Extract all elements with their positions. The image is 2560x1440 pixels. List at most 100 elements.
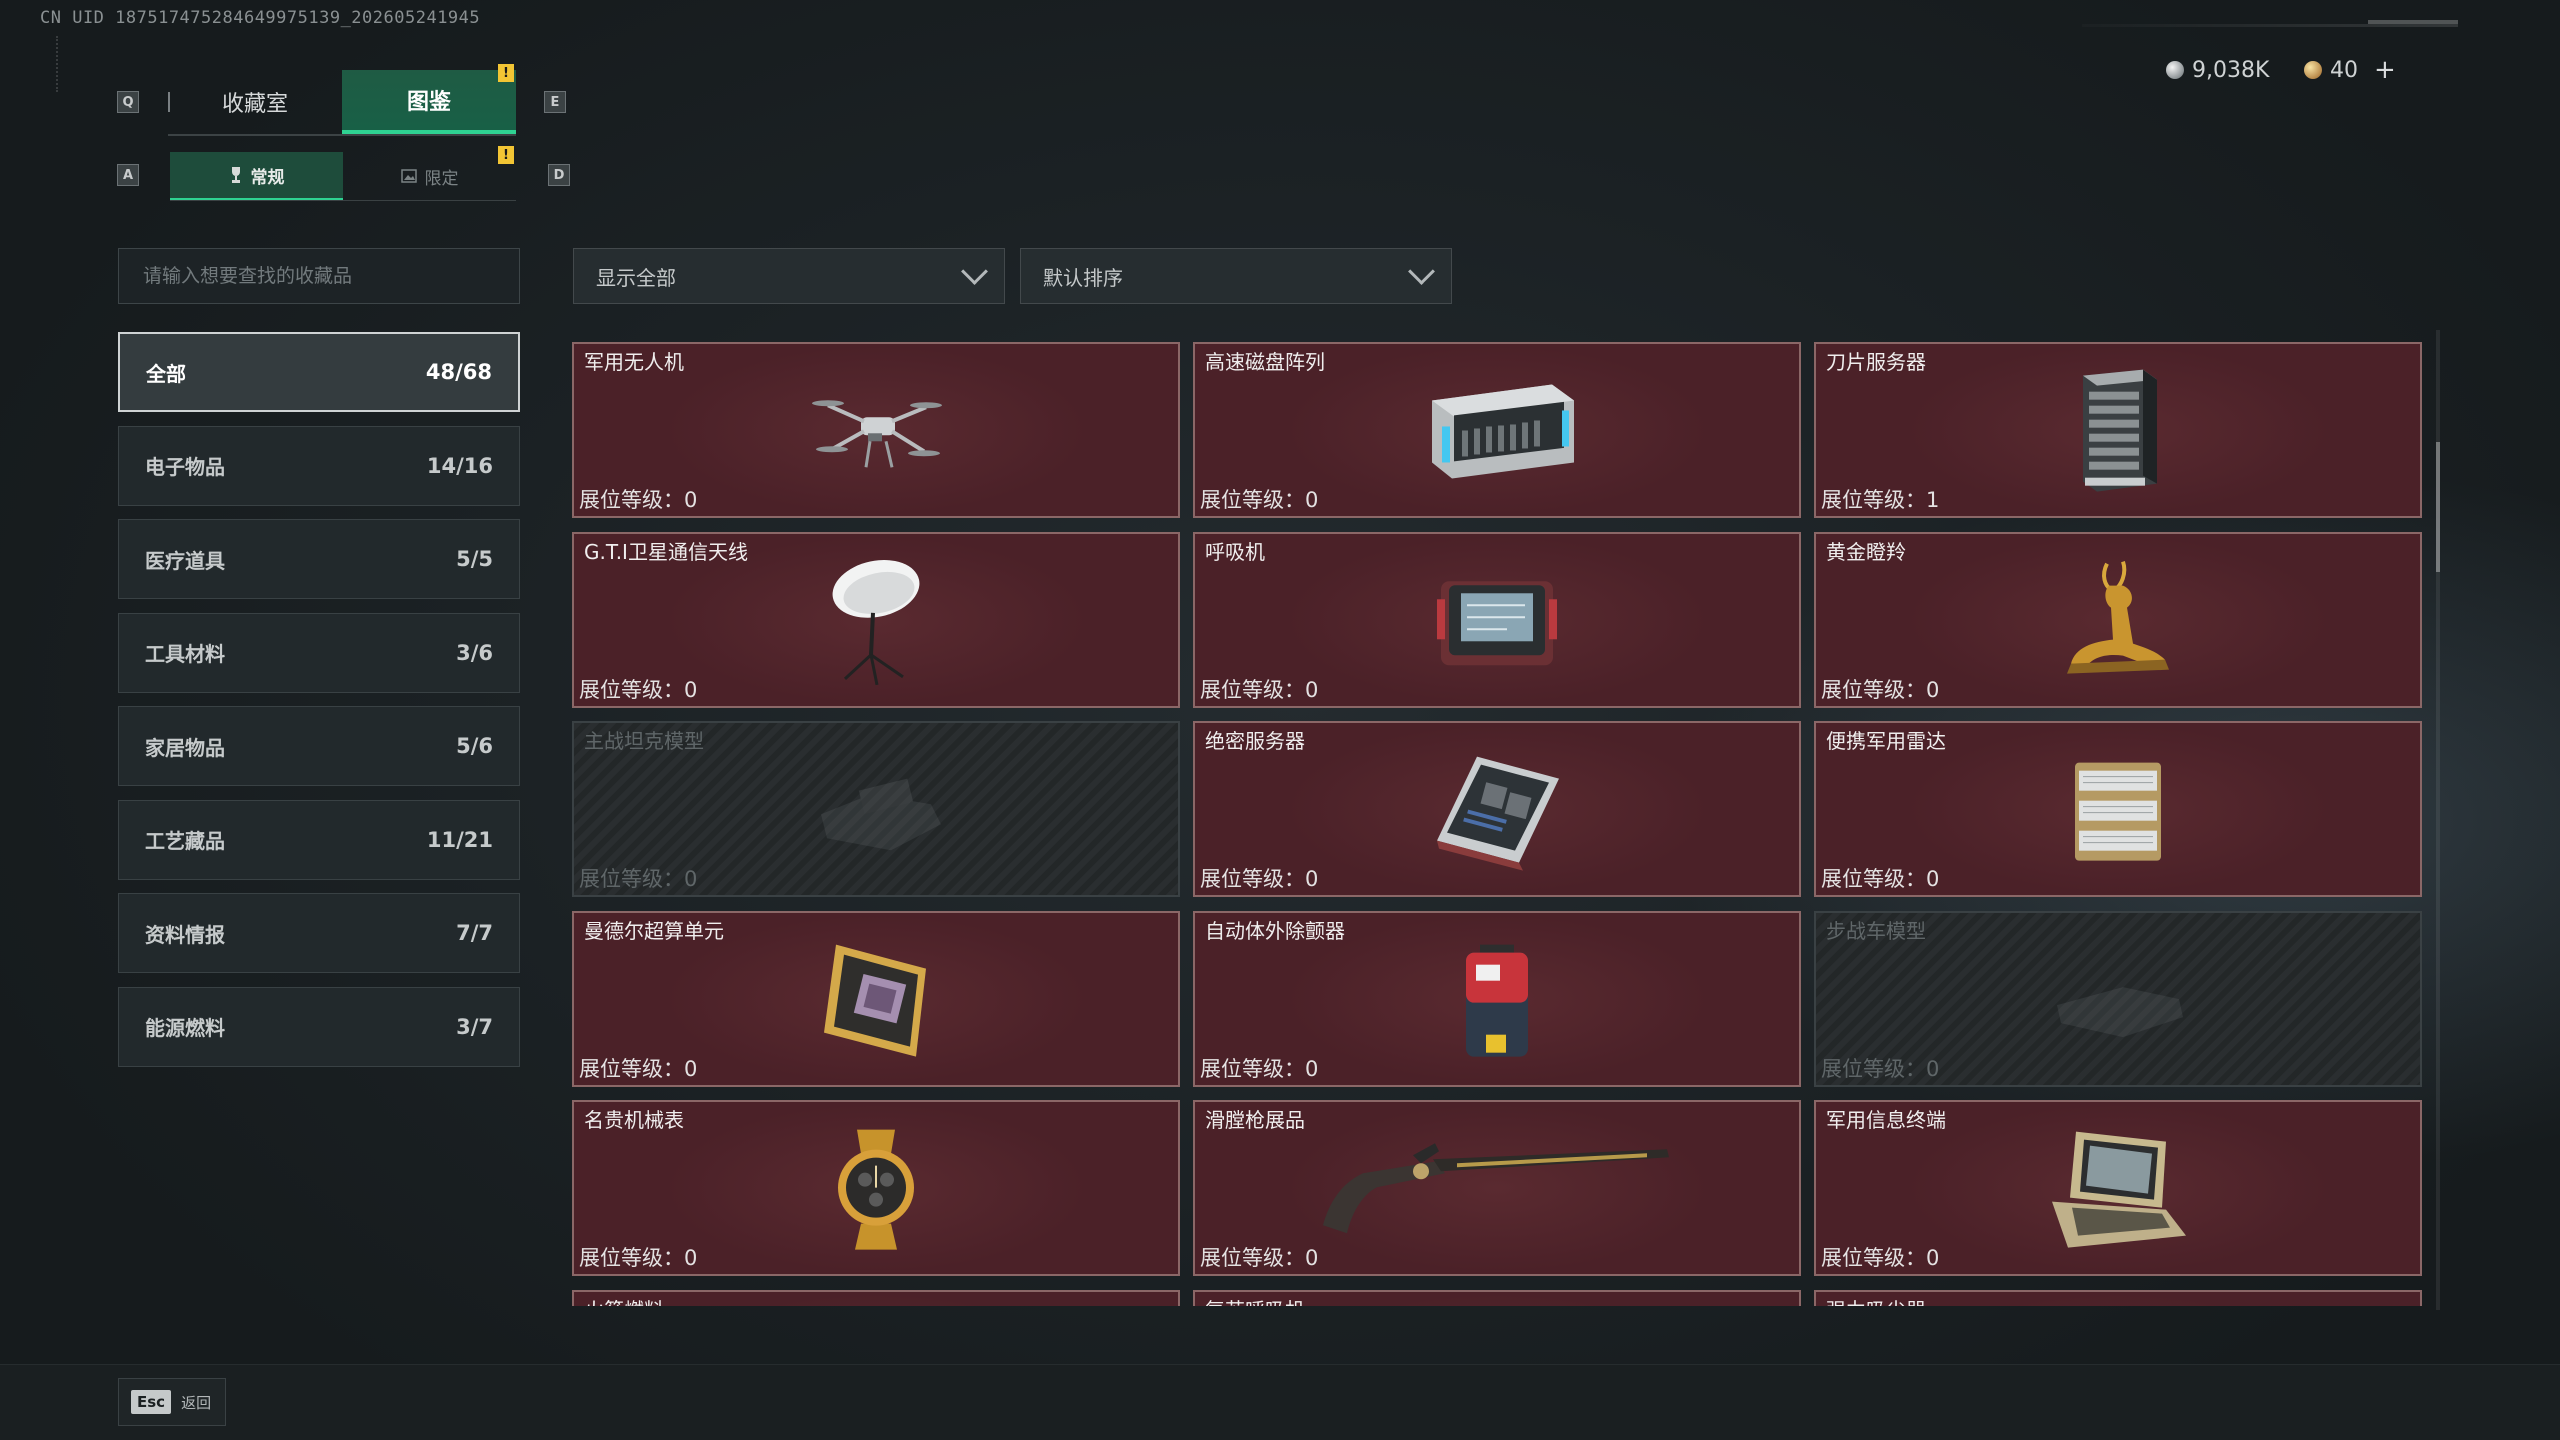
- collection-item-card[interactable]: 便携军用雷达展位等级：0: [1814, 721, 2422, 897]
- item-level: 展位等级：0: [579, 867, 698, 891]
- tab-label: 收藏室: [221, 92, 288, 117]
- compute-unit-icon: [806, 934, 946, 1068]
- tab-label: 图鉴: [406, 90, 451, 115]
- back-label: 返回: [181, 1393, 212, 1412]
- item-level: 展位等级：0: [579, 1056, 698, 1081]
- category-item[interactable]: 能源燃料 3/7: [118, 986, 520, 1067]
- category-count: 7/7: [456, 921, 493, 945]
- search-box: [118, 248, 520, 304]
- category-label: 医疗道具: [145, 548, 225, 573]
- collection-item-card[interactable]: 强力吸尘器: [1814, 1289, 2422, 1306]
- collection-item-card[interactable]: 呼吸机 展位等级：0: [1193, 531, 1801, 708]
- add-currency-button[interactable]: +: [2374, 55, 2396, 85]
- category-item[interactable]: 全部 48/68: [118, 332, 520, 412]
- item-level: 展位等级：0: [1821, 1056, 1940, 1081]
- footer-bar: [0, 1364, 2560, 1440]
- collection-item-card[interactable]: 火箭燃料: [572, 1289, 1180, 1307]
- collection-item-card[interactable]: 步战车模型展位等级：0: [1814, 910, 2422, 1087]
- collection-item-card[interactable]: 主战坦克模型 展位等级：0: [572, 721, 1180, 897]
- category-item[interactable]: 医疗道具 5/5: [118, 519, 520, 599]
- drone-icon: [806, 375, 946, 489]
- tab-alert-badge: !: [498, 64, 514, 82]
- category-label: 能源燃料: [145, 1016, 225, 1040]
- collection-item-card[interactable]: 高速磁盘阵列 展位等级：0: [1193, 342, 1801, 518]
- grid-scroll-thumb[interactable]: [2436, 442, 2440, 572]
- collection-item-card[interactable]: 曼德尔超算单元展位等级：0: [572, 910, 1180, 1087]
- item-name: 自动体外除颤器: [1205, 918, 1345, 943]
- silver-amount: 9,038K: [2192, 57, 2270, 83]
- grid-scrollbar[interactable]: [2436, 330, 2440, 1310]
- item-name: 步战车模型: [1826, 918, 1926, 943]
- item-level: 展位等级：1: [1821, 488, 1940, 512]
- prev-tab-key-hint[interactable]: Q: [117, 91, 139, 113]
- silver-currency: 9,038K: [2166, 54, 2269, 86]
- item-name: 复苏呼吸机: [1205, 1294, 1305, 1307]
- category-count: 3/6: [456, 640, 493, 665]
- category-label: 资料情报: [145, 922, 225, 947]
- category-item[interactable]: 工艺藏品 11/21: [118, 799, 520, 880]
- collection-item-card[interactable]: 名贵机械表 展位等级：0: [572, 1100, 1180, 1276]
- sort-value: 默认排序: [1043, 265, 1123, 290]
- tab-separator: [168, 92, 170, 112]
- portable-radar-icon: [2053, 745, 2183, 879]
- trophy-icon: [231, 167, 240, 183]
- next-tab-key-hint[interactable]: E: [544, 91, 566, 113]
- left-deco: [56, 36, 66, 92]
- item-name: 火箭燃料: [584, 1294, 664, 1307]
- item-level: 展位等级：0: [1200, 1056, 1319, 1081]
- category-item[interactable]: 工具材料 3/6: [118, 612, 520, 693]
- item-level: 展位等级：0: [579, 488, 698, 512]
- next-subtab-key-hint[interactable]: D: [548, 164, 570, 186]
- item-level: 展位等级：0: [579, 1246, 698, 1270]
- disk-array-icon: [1412, 370, 1582, 494]
- item-name: 便携军用雷达: [1826, 729, 1946, 753]
- category-count: 14/16: [426, 453, 493, 478]
- tab-catalog[interactable]: 图鉴: [342, 70, 516, 134]
- collection-item-card[interactable]: 绝密服务器展位等级：0: [1193, 721, 1801, 897]
- defibrillator-icon: [1452, 934, 1542, 1068]
- collection-item-card[interactable]: 黄金瞪羚展位等级：0: [1814, 531, 2422, 708]
- subtab-limited[interactable]: 限定: [343, 152, 516, 200]
- item-name: G.T.I卫星通信天线: [584, 539, 748, 564]
- collection-item-card[interactable]: G.T.I卫星通信天线 展位等级：0: [572, 531, 1180, 708]
- category-item[interactable]: 家居物品 5/6: [118, 706, 520, 786]
- ifv-model-icon: [2043, 949, 2193, 1053]
- category-item[interactable]: 电子物品 14/16: [118, 425, 520, 506]
- item-level: 展位等级：0: [1821, 867, 1940, 891]
- blade-server-icon: [2063, 366, 2173, 500]
- collection-item-card[interactable]: 军用无人机 展位等级：0: [572, 342, 1180, 518]
- collection-item-card[interactable]: 滑膛枪展品 展位等级：0: [1193, 1100, 1801, 1276]
- terminal-case-icon: [2038, 1124, 2198, 1258]
- musket-icon: [1317, 1133, 1677, 1247]
- collection-item-card[interactable]: 军用信息终端 展位等级：0: [1814, 1100, 2422, 1276]
- watch-icon: [821, 1124, 931, 1258]
- search-input[interactable]: [141, 264, 497, 288]
- main-tab-bar: 收藏室 图鉴: [168, 70, 516, 136]
- gold-currency: 40 +: [2304, 54, 2396, 86]
- top-deco-accent: [2368, 20, 2458, 24]
- subtab-regular[interactable]: 常规: [170, 152, 343, 200]
- category-count: 11/21: [426, 827, 493, 852]
- item-name: 绝密服务器: [1205, 729, 1305, 753]
- category-label: 工具材料: [145, 642, 225, 666]
- item-grid[interactable]: 军用无人机 展位等级：0 高速磁盘阵列 展位等级：0 刀片服务器 展位等级：1 G.T…: [572, 342, 2424, 1306]
- item-level: 展位等级：0: [1821, 677, 1940, 702]
- gold-amount: 40: [2330, 57, 2358, 83]
- collection-item-card[interactable]: 复苏呼吸机: [1193, 1289, 1801, 1307]
- category-item[interactable]: 资料情报 7/7: [118, 893, 520, 973]
- item-name: 黄金瞪羚: [1826, 539, 1906, 564]
- item-name: 曼德尔超算单元: [584, 918, 724, 943]
- filter-value: 显示全部: [596, 265, 676, 290]
- prev-subtab-key-hint[interactable]: A: [117, 164, 139, 186]
- collection-item-card[interactable]: 刀片服务器 展位等级：1: [1814, 342, 2422, 518]
- item-level: 展位等级：0: [1200, 867, 1319, 891]
- top-deco-line: [2082, 24, 2458, 27]
- tab-collection-room[interactable]: 收藏室: [168, 70, 342, 134]
- collection-item-card[interactable]: 自动体外除颤器展位等级：0: [1193, 910, 1801, 1087]
- item-level: 展位等级：0: [1821, 1246, 1940, 1270]
- back-button[interactable]: Esc 返回: [118, 1378, 226, 1426]
- filter-dropdown[interactable]: 显示全部: [573, 248, 1005, 304]
- sort-dropdown[interactable]: 默认排序: [1020, 248, 1452, 304]
- category-label: 全部: [146, 361, 186, 386]
- item-level: 展位等级：0: [1200, 1246, 1319, 1270]
